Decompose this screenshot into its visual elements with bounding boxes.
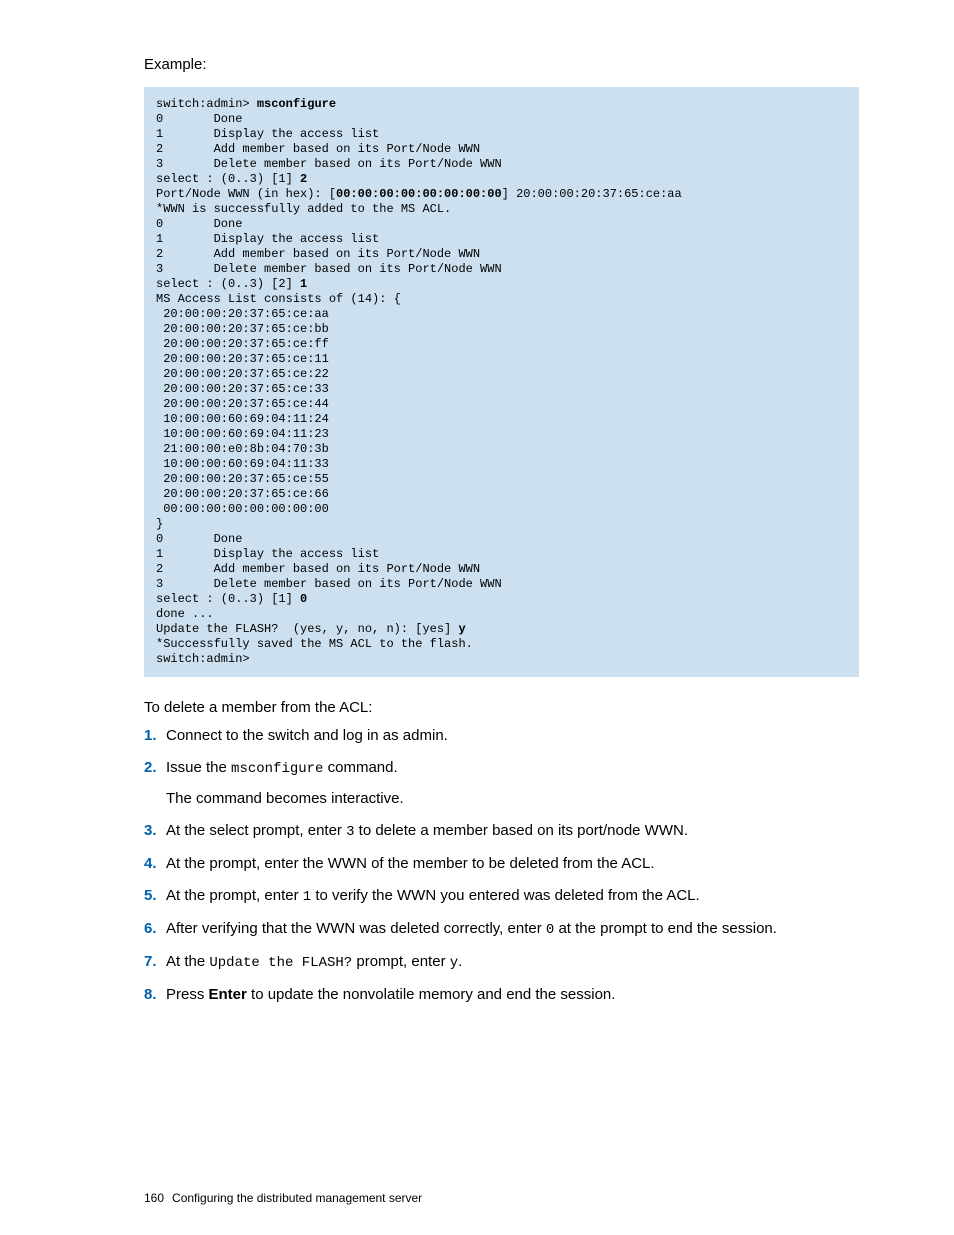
code-line: 10:00:00:60:69:04:11:33 <box>156 457 329 471</box>
intro-text: To delete a member from the ACL: <box>144 699 859 716</box>
code-line: } <box>156 517 163 531</box>
code-line: 3 Delete member based on its Port/Node W… <box>156 577 502 591</box>
inline-code: 1 <box>303 889 311 905</box>
code-line: 2 Add member based on its Port/Node WWN <box>156 142 480 156</box>
step-5: At the prompt, enter 1 to verify the WWN… <box>144 886 859 907</box>
code-bold: msconfigure <box>257 97 336 111</box>
code-line: 3 Delete member based on its Port/Node W… <box>156 262 502 276</box>
code-line: 0 Done <box>156 217 242 231</box>
code-line: Update the FLASH? (yes, y, no, n): [yes] <box>156 622 458 636</box>
code-line: 10:00:00:60:69:04:11:23 <box>156 427 329 441</box>
code-line: switch:admin> <box>156 97 257 111</box>
inline-code: Update the FLASH? <box>209 955 352 971</box>
code-line: 0 Done <box>156 112 242 126</box>
bold-text: Enter <box>209 986 247 1003</box>
step-text: Connect to the switch and log in as admi… <box>166 727 448 744</box>
code-line: 20:00:00:20:37:65:ce:bb <box>156 322 329 336</box>
step-text: at the prompt to end the session. <box>554 920 777 937</box>
step-4: At the prompt, enter the WWN of the memb… <box>144 854 859 874</box>
step-3: At the select prompt, enter 3 to delete … <box>144 821 859 842</box>
step-text: At the select prompt, enter <box>166 822 346 839</box>
code-line: Port/Node WWN (in hex): [ <box>156 187 336 201</box>
inline-code: msconfigure <box>231 761 323 777</box>
step-text: At the <box>166 953 209 970</box>
code-line: 21:00:00:e0:8b:04:70:3b <box>156 442 329 456</box>
step-text: to verify the WWN you entered was delete… <box>311 887 700 904</box>
code-line: 20:00:00:20:37:65:ce:22 <box>156 367 329 381</box>
code-line: 1 Display the access list <box>156 232 379 246</box>
page-footer: 160 Configuring the distributed managemen… <box>144 1191 422 1205</box>
code-bold: 2 <box>300 172 307 186</box>
code-line: switch:admin> <box>156 652 250 666</box>
code-line: 20:00:00:20:37:65:ce:aa <box>156 307 329 321</box>
example-label: Example: <box>144 56 859 73</box>
code-line: 20:00:00:20:37:65:ce:55 <box>156 472 329 486</box>
code-line: 20:00:00:20:37:65:ce:33 <box>156 382 329 396</box>
code-line: 10:00:00:60:69:04:11:24 <box>156 412 329 426</box>
code-line: MS Access List consists of (14): { <box>156 292 401 306</box>
code-line: 1 Display the access list <box>156 547 379 561</box>
code-line: select : (0..3) [2] <box>156 277 300 291</box>
page-number: 160 <box>144 1191 164 1205</box>
code-line: done ... <box>156 607 214 621</box>
code-line: 20:00:00:20:37:65:ce:66 <box>156 487 329 501</box>
code-line: select : (0..3) [1] <box>156 172 300 186</box>
step-text: At the prompt, enter the WWN of the memb… <box>166 855 655 872</box>
inline-code: y <box>450 955 458 971</box>
code-bold: 00:00:00:00:00:00:00:00 <box>336 187 502 201</box>
code-line: ] 20:00:00:20:37:65:ce:aa <box>502 187 682 201</box>
code-line: 2 Add member based on its Port/Node WWN <box>156 562 480 576</box>
page: Example: switch:admin> msconfigure 0 Don… <box>0 0 954 1235</box>
step-2: Issue the msconfigure command. The comma… <box>144 758 859 809</box>
code-line: *Successfully saved the MS ACL to the fl… <box>156 637 473 651</box>
code-line: *WWN is successfully added to the MS ACL… <box>156 202 451 216</box>
code-line: select : (0..3) [1] <box>156 592 300 606</box>
code-line: 20:00:00:20:37:65:ce:44 <box>156 397 329 411</box>
code-line: 1 Display the access list <box>156 127 379 141</box>
inline-code: 3 <box>346 824 354 840</box>
step-7: At the Update the FLASH? prompt, enter y… <box>144 952 859 973</box>
step-text: to update the nonvolatile memory and end… <box>247 986 616 1003</box>
code-line: 20:00:00:20:37:65:ce:11 <box>156 352 329 366</box>
step-1: Connect to the switch and log in as admi… <box>144 726 859 746</box>
footer-title: Configuring the distributed management s… <box>172 1191 422 1205</box>
step-text: command. <box>323 759 397 776</box>
step-text: At the prompt, enter <box>166 887 303 904</box>
code-example: switch:admin> msconfigure 0 Done 1 Displ… <box>144 87 859 677</box>
step-6: After verifying that the WWN was deleted… <box>144 919 859 940</box>
step-text: Issue the <box>166 759 231 776</box>
step-text: Press <box>166 986 209 1003</box>
step-text: . <box>458 953 462 970</box>
step-8: Press Enter to update the nonvolatile me… <box>144 985 859 1005</box>
code-bold: 1 <box>300 277 307 291</box>
code-bold: 0 <box>300 592 307 606</box>
code-line: 2 Add member based on its Port/Node WWN <box>156 247 480 261</box>
code-line: 00:00:00:00:00:00:00:00 <box>156 502 329 516</box>
steps-list: Connect to the switch and log in as admi… <box>144 726 859 1005</box>
step-text: prompt, enter <box>352 953 450 970</box>
code-line: 0 Done <box>156 532 242 546</box>
code-line: 3 Delete member based on its Port/Node W… <box>156 157 502 171</box>
step-subtext: The command becomes interactive. <box>166 789 859 809</box>
code-bold: y <box>458 622 465 636</box>
code-line: 20:00:00:20:37:65:ce:ff <box>156 337 329 351</box>
step-text: to delete a member based on its port/nod… <box>355 822 689 839</box>
step-text: After verifying that the WWN was deleted… <box>166 920 546 937</box>
